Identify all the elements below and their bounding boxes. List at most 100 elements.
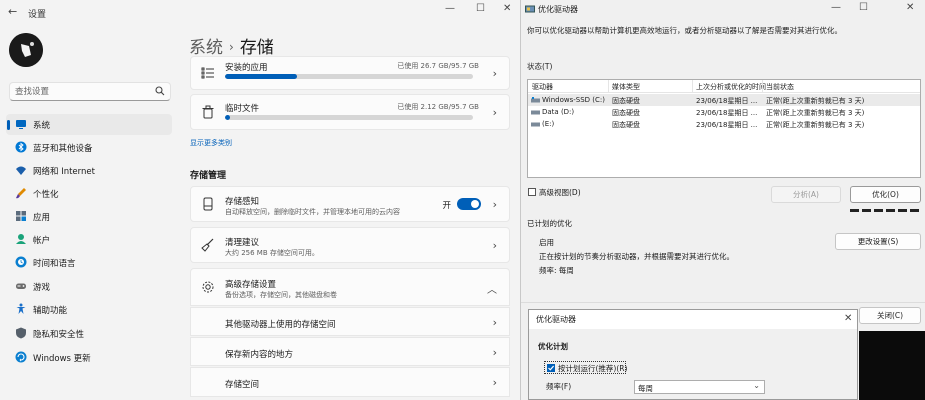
table-row[interactable]: (E:) 固态硬盘 23/06/18星期日 ... 正常(距上次重新剪裁已有 3… bbox=[528, 118, 920, 130]
sidebar-item-network[interactable]: 网络和 Internet bbox=[6, 160, 172, 181]
advanced-subitem-label: 其他驱动器上使用的存储空间 bbox=[225, 320, 336, 330]
optimize-window-title: 优化驱动器 bbox=[538, 5, 578, 14]
advanced-storage-settings-card[interactable]: 高级存储设置 备份选项，存储空间，其他磁盘和卷 ︿ bbox=[190, 268, 510, 306]
change-settings-button[interactable]: 更改设置(S) bbox=[835, 233, 921, 250]
sidebar-item-gaming[interactable]: 游戏 bbox=[6, 276, 172, 297]
sidebar-item-bluetooth[interactable]: 蓝牙和其他设备 bbox=[6, 137, 172, 158]
drive-icon bbox=[203, 197, 213, 211]
maximize-icon[interactable]: ☐ bbox=[476, 3, 485, 14]
sidebar-item-label: 个性化 bbox=[33, 190, 59, 200]
sidebar-item-accounts[interactable]: 帐户 bbox=[6, 229, 172, 250]
chevron-up-icon: ︿ bbox=[487, 285, 497, 296]
storage-item-title: 临时文件 bbox=[225, 104, 260, 114]
chevron-down-icon: ⌄ bbox=[753, 381, 760, 390]
optimize-button[interactable]: 优化(O) bbox=[850, 186, 921, 203]
avatar[interactable] bbox=[9, 33, 43, 67]
sidebar-item-label: 应用 bbox=[33, 213, 51, 223]
advanced-subitem-storage-spaces[interactable]: 存储空间 › bbox=[190, 367, 510, 397]
chevron-right-icon: › bbox=[492, 315, 497, 329]
cleanup-recommendations-card[interactable]: 清理建议 大约 256 MB 存储空间可用。 › bbox=[190, 227, 510, 263]
drive-name: Windows-SSD (C:) bbox=[542, 96, 605, 104]
breadcrumb: 系统 › 存储 bbox=[189, 33, 274, 58]
run-on-schedule-label: 按计划运行(推荐)(R) bbox=[558, 364, 628, 373]
sidebar-item-label: 蓝牙和其他设备 bbox=[33, 144, 93, 154]
table-row[interactable]: Data (D:) 固态硬盘 23/06/18星期日 ... 正常(距上次重新剪… bbox=[528, 106, 920, 118]
advanced-storage-title: 高级存储设置 bbox=[225, 280, 277, 290]
minimize-icon[interactable]: — bbox=[445, 3, 455, 14]
drives-table: 驱动器 媒体类型 上次分析或优化的时间 当前状态 Windows-SSD (C:… bbox=[527, 79, 921, 178]
minimize-icon[interactable]: — bbox=[831, 2, 841, 13]
maximize-icon[interactable]: ☐ bbox=[859, 2, 868, 13]
storage-progress-fill bbox=[225, 74, 297, 79]
shield-icon bbox=[16, 327, 26, 339]
search-icon[interactable] bbox=[155, 86, 165, 96]
avatar-image-icon bbox=[9, 33, 43, 67]
table-row[interactable]: Windows-SSD (C:) 固态硬盘 23/06/18星期日 ... 正常… bbox=[528, 94, 920, 106]
drive-last-run: 23/06/18星期日 ... bbox=[696, 121, 758, 129]
status-label: 状态(T) bbox=[527, 62, 553, 71]
progress-dashes bbox=[850, 209, 921, 212]
chevron-right-icon: › bbox=[492, 239, 497, 252]
storage-item-size: 已使用 2.12 GB/95.7 GB bbox=[397, 103, 479, 111]
drive-status: 正常(距上次重新剪裁已有 3 天) bbox=[766, 121, 865, 129]
drive-icon bbox=[531, 110, 540, 115]
close-icon[interactable]: ✕ bbox=[503, 3, 511, 14]
drive-media: 固态硬盘 bbox=[612, 109, 640, 117]
drive-status: 正常(距上次重新剪裁已有 3 天) bbox=[766, 109, 865, 117]
close-button[interactable]: 关闭(C) bbox=[859, 307, 921, 324]
system-icon bbox=[16, 120, 26, 129]
search-input[interactable] bbox=[15, 85, 155, 98]
chevron-right-icon: › bbox=[492, 67, 497, 80]
column-header-status[interactable]: 当前状态 bbox=[766, 82, 794, 92]
sidebar-item-accessibility[interactable]: 辅助功能 bbox=[6, 299, 172, 320]
table-header: 驱动器 媒体类型 上次分析或优化的时间 当前状态 bbox=[528, 80, 920, 93]
column-header-last-run[interactable]: 上次分析或优化的时间 bbox=[696, 82, 766, 92]
game-controller-icon bbox=[16, 283, 26, 289]
back-arrow-icon[interactable]: ← bbox=[8, 5, 17, 18]
globe-time-icon bbox=[15, 256, 27, 268]
optimization-schedule-dialog: 优化驱动器 ✕ 优化计划 按计划运行(推荐)(R) 频率(F) 每周 ⌄ bbox=[528, 309, 858, 400]
dialog-titlebar bbox=[529, 310, 857, 329]
storage-item-title: 安装的应用 bbox=[225, 63, 268, 73]
storage-item-temp-files[interactable]: 临时文件 已使用 2.12 GB/95.7 GB › bbox=[190, 94, 510, 130]
storage-management-heading: 存储管理 bbox=[190, 171, 227, 181]
drive-last-run: 23/06/18星期日 ... bbox=[696, 97, 758, 105]
chevron-right-icon: › bbox=[229, 40, 234, 54]
cleanup-desc: 大约 256 MB 存储空间可用。 bbox=[225, 249, 319, 257]
storage-item-size: 已使用 26.7 GB/95.7 GB bbox=[397, 62, 479, 70]
storage-sense-card[interactable]: 存储感知 自动释放空间，删除临时文件，并管理本地可用的云内容 开 › bbox=[190, 186, 510, 222]
sidebar-item-time-language[interactable]: 时间和语言 bbox=[6, 252, 172, 273]
column-header-media[interactable]: 媒体类型 bbox=[612, 82, 640, 92]
advanced-subitem-save-location[interactable]: 保存新内容的地方 › bbox=[190, 337, 510, 366]
frequency-select[interactable]: 每周 ⌄ bbox=[634, 380, 765, 394]
frequency-select-value: 每周 bbox=[638, 384, 653, 393]
close-icon[interactable]: ✕ bbox=[844, 313, 852, 324]
schedule-description: 正在按计划的节奏分析驱动器，并根据需要对其进行优化。 bbox=[539, 252, 734, 261]
advanced-view-checkbox[interactable] bbox=[528, 188, 536, 196]
windows-drive-icon bbox=[531, 97, 540, 103]
advanced-subitem-label: 保存新内容的地方 bbox=[225, 350, 294, 360]
schedule-frequency: 频率: 每周 bbox=[539, 266, 574, 275]
analyze-button[interactable]: 分析(A) bbox=[771, 186, 841, 203]
optimize-description: 你可以优化驱动器以帮助计算机更高效地运行，或者分析驱动器以了解是否需要对其进行优… bbox=[527, 26, 842, 35]
show-more-categories-link[interactable]: 显示更多类别 bbox=[190, 138, 232, 148]
sidebar-item-apps[interactable]: 应用 bbox=[6, 206, 172, 227]
advanced-view-label: 高级视图(D) bbox=[539, 188, 581, 197]
divider bbox=[521, 302, 925, 303]
schedule-heading: 优化计划 bbox=[538, 342, 568, 351]
sidebar-item-label: 辅助功能 bbox=[33, 306, 68, 316]
sidebar-item-personalization[interactable]: 个性化 bbox=[6, 183, 172, 204]
sidebar-item-windows-update[interactable]: Windows 更新 bbox=[6, 347, 172, 368]
storage-item-installed-apps[interactable]: 安装的应用 已使用 26.7 GB/95.7 GB › bbox=[190, 56, 510, 90]
sidebar-item-privacy[interactable]: 隐私和安全性 bbox=[6, 323, 172, 344]
breadcrumb-parent[interactable]: 系统 bbox=[189, 38, 223, 58]
advanced-subitem-other-drives[interactable]: 其他驱动器上使用的存储空间 › bbox=[190, 307, 510, 336]
sidebar-item-system[interactable]: 系统 bbox=[6, 114, 172, 135]
page-title: 存储 bbox=[239, 38, 274, 58]
column-header-drive[interactable]: 驱动器 bbox=[532, 82, 553, 92]
close-icon[interactable]: ✕ bbox=[906, 2, 914, 13]
storage-sense-title: 存储感知 bbox=[225, 197, 260, 207]
storage-sense-toggle[interactable] bbox=[457, 198, 481, 210]
scheduled-optimization-label: 已计划的优化 bbox=[527, 219, 572, 228]
storage-sense-desc: 自动释放空间，删除临时文件，并管理本地可用的云内容 bbox=[225, 208, 400, 216]
